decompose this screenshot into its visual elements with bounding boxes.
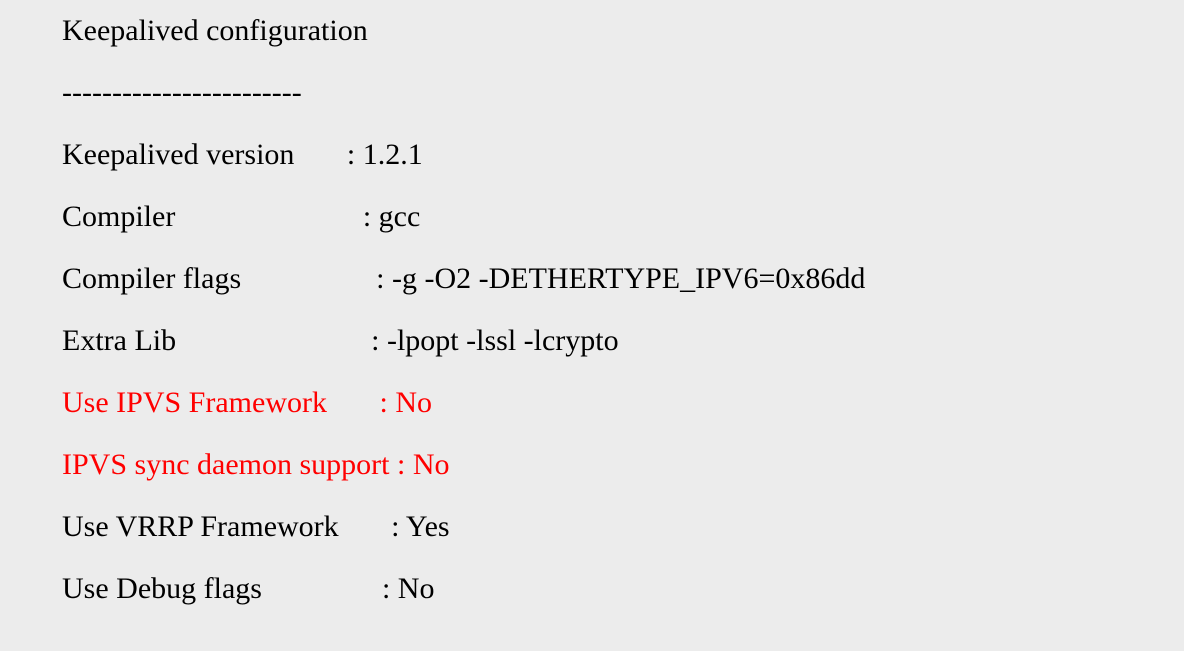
config-title: Keepalived configuration [62,16,1124,46]
label: Use IPVS Framework [62,386,327,419]
separator-line: ------------------------ [62,78,1124,108]
value: -lpopt -lssl -lcrypto [387,324,619,357]
row-compiler-flags: Compiler flags : -g -O2 -DETHERTYPE_IPV6… [62,264,1124,294]
value: -g -O2 -DETHERTYPE_IPV6=0x86dd [392,262,865,295]
label: Use VRRP Framework [62,510,339,543]
sep: : [262,572,398,605]
sep: : [175,200,378,233]
label: IPVS sync daemon support [62,448,389,481]
label: Extra Lib [62,324,176,357]
value: 1.2.1 [363,138,423,171]
row-keepalived-version: Keepalived version : 1.2.1 [62,140,1124,170]
label: Keepalived version [62,138,294,171]
value: No [413,448,450,481]
label: Compiler flags [62,262,241,295]
sep: : [294,138,362,171]
row-use-ipvs-framework: Use IPVS Framework : No [62,388,1124,418]
sep: : [339,510,406,543]
sep: : [241,262,392,295]
row-use-debug-flags: Use Debug flags : No [62,574,1124,604]
label: Compiler [62,200,175,233]
row-extra-lib: Extra Lib : -lpopt -lssl -lcrypto [62,326,1124,356]
value: No [398,572,435,605]
sep: : [389,448,412,481]
value: No [395,386,432,419]
row-use-vrrp-framework: Use VRRP Framework : Yes [62,512,1124,542]
sep: : [176,324,387,357]
value: Yes [406,510,450,543]
label: Use Debug flags [62,572,262,605]
row-compiler: Compiler : gcc [62,202,1124,232]
row-ipvs-sync-daemon: IPVS sync daemon support : No [62,450,1124,480]
sep: : [327,386,395,419]
value: gcc [379,200,421,233]
